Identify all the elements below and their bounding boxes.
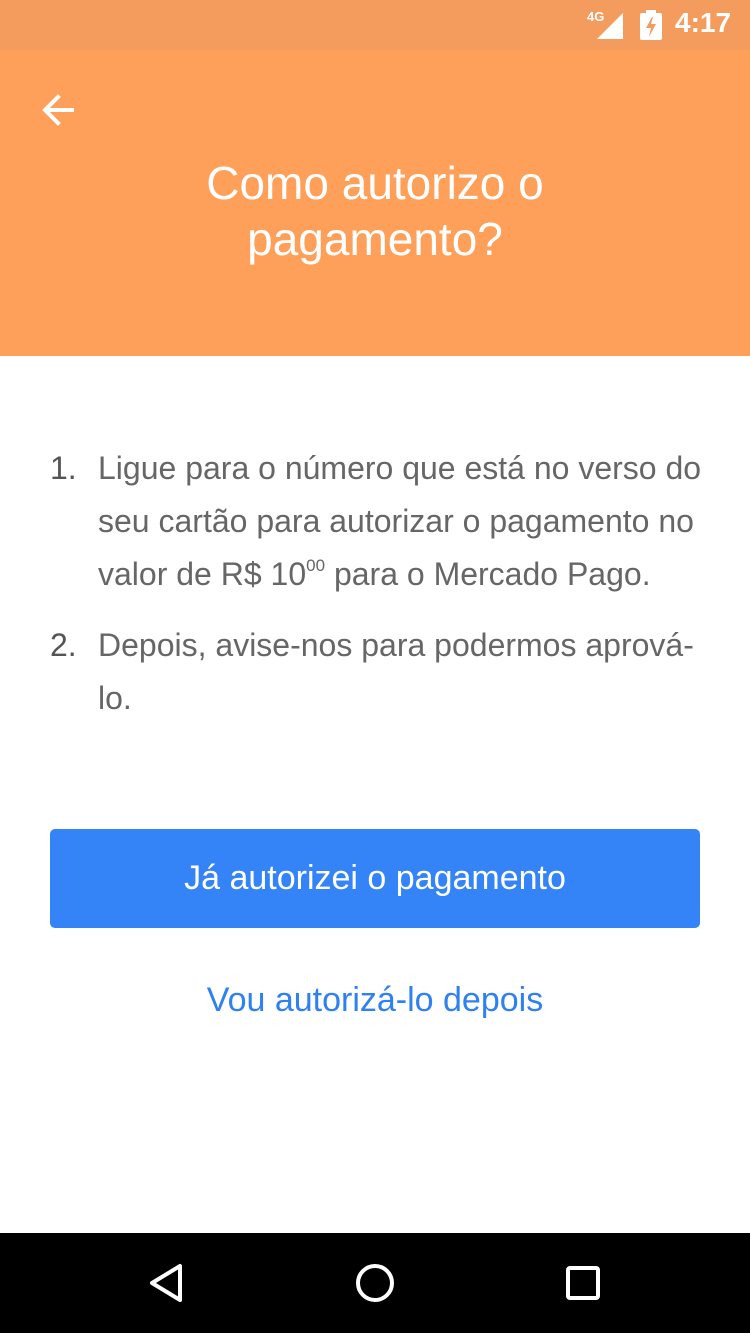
authorized-payment-button[interactable]: Já autorizei o pagamento bbox=[50, 829, 700, 928]
battery-charging-icon bbox=[640, 10, 662, 40]
authorize-later-link[interactable]: Vou autorizá-lo depois bbox=[50, 975, 700, 1025]
step-text: Depois, avise-nos para podermos aprová-l… bbox=[98, 627, 694, 716]
page-title-line-1: Como autorizo o bbox=[206, 157, 544, 209]
back-button[interactable] bbox=[30, 82, 86, 138]
page-title: Como autorizo o pagamento? bbox=[60, 155, 690, 267]
instruction-step-2: 2. Depois, avise-nos para podermos aprov… bbox=[50, 619, 710, 725]
system-navigation-bar bbox=[0, 1233, 750, 1333]
instruction-list: 1. Ligue para o número que está no verso… bbox=[50, 442, 710, 743]
step-text-end: para o Mercado Pago. bbox=[325, 556, 651, 592]
app-header: Como autorizo o pagamento? bbox=[0, 50, 750, 356]
amount-cents: 00 bbox=[306, 556, 326, 575]
network-type-label: 4G bbox=[587, 9, 605, 24]
status-bar: 4G 4:17 bbox=[0, 0, 750, 50]
nav-back-icon bbox=[150, 1264, 182, 1302]
nav-recents-icon bbox=[566, 1266, 600, 1300]
status-time: 4:17 bbox=[675, 7, 732, 38]
step-number: 2. bbox=[50, 627, 77, 663]
nav-home-button[interactable] bbox=[350, 1258, 400, 1308]
instruction-step-1: 1. Ligue para o número que está no verso… bbox=[50, 442, 710, 601]
nav-back-button[interactable] bbox=[142, 1258, 192, 1308]
nav-recents-button[interactable] bbox=[558, 1258, 608, 1308]
arrow-left-icon bbox=[42, 94, 74, 126]
step-number: 1. bbox=[50, 450, 77, 486]
nav-home-icon bbox=[356, 1264, 394, 1302]
page-title-line-2: pagamento? bbox=[247, 213, 503, 265]
signal-icon: 4G bbox=[587, 9, 625, 41]
